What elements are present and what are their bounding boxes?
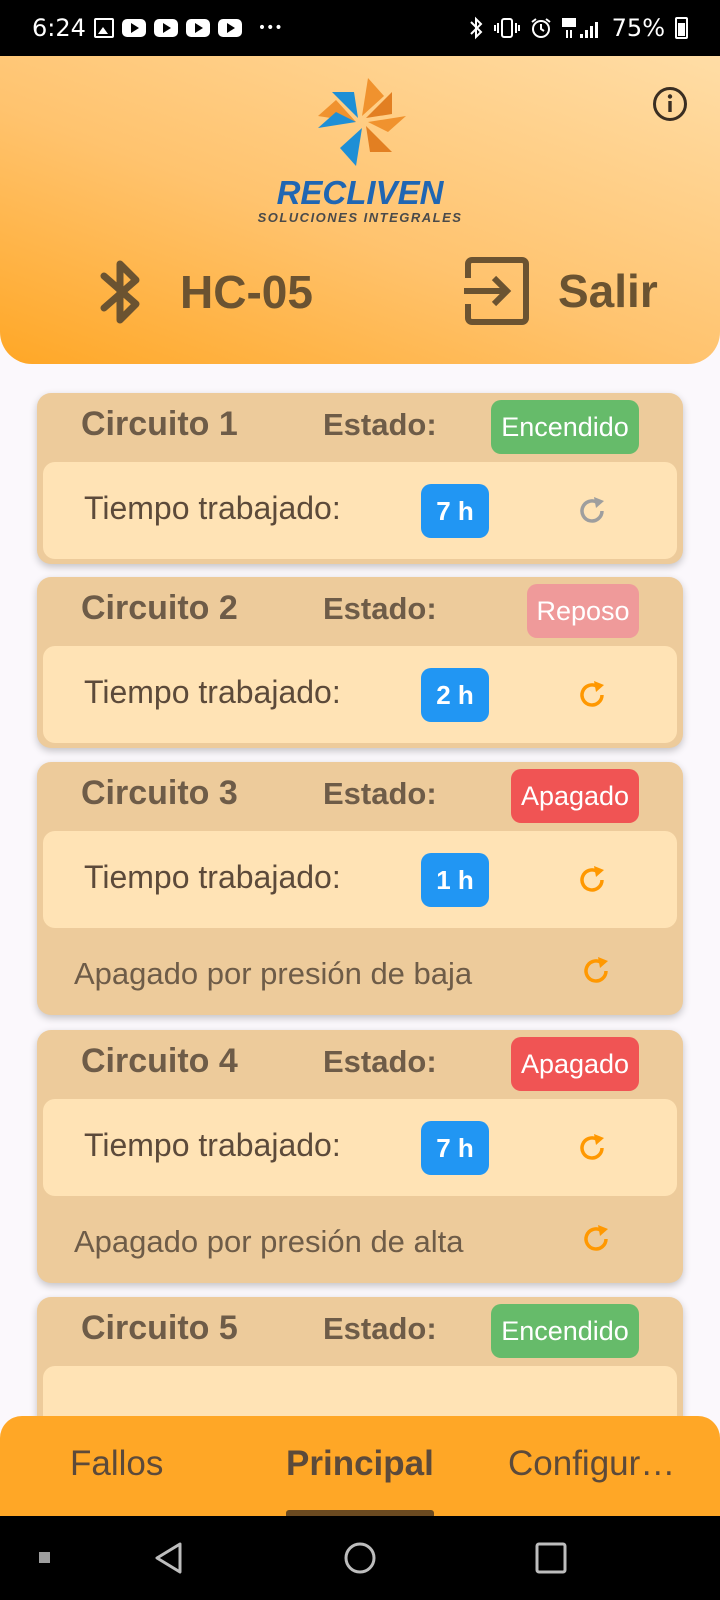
clock: 6:24 — [32, 14, 86, 42]
lte-signal-icon — [561, 18, 598, 38]
circuit-title: Circuito 4 — [81, 1042, 238, 1080]
app-header: RECLIVEN SOLUCIONES INTEGRALES HC-05 Sal… — [0, 56, 720, 364]
fault-reset-icon[interactable] — [579, 1222, 613, 1256]
fault-message: Apagado por presión de alta — [74, 1224, 464, 1259]
brand-logo: RECLIVEN SOLUCIONES INTEGRALES — [240, 74, 480, 225]
status-bar: 6:24 ••• 75% — [0, 0, 720, 56]
status-label: Estado: — [323, 591, 437, 626]
circuit-title: Circuito 3 — [81, 774, 238, 812]
status-badge: Apagado — [511, 1037, 639, 1091]
refresh-icon[interactable] — [575, 863, 609, 897]
brand-tagline: SOLUCIONES INTEGRALES — [257, 210, 463, 225]
logout-icon — [464, 257, 529, 325]
circuit-title: Circuito 2 — [81, 589, 238, 627]
hours-badge: 2 h — [421, 668, 489, 722]
vibrate-icon — [493, 18, 520, 38]
circuit-card: Circuito 3 Estado: Apagado Tiempo trabaj… — [37, 762, 683, 1015]
hours-badge: 7 h — [421, 1121, 489, 1175]
youtube-notification-icon — [217, 19, 242, 37]
system-navigation-bar — [0, 1516, 720, 1600]
battery-percent: 75% — [611, 14, 665, 42]
tab-principal[interactable]: Principal — [286, 1444, 434, 1484]
worked-time-label: Tiempo trabajado: — [84, 1127, 341, 1163]
youtube-notification-icon — [185, 19, 210, 37]
circuit-title: Circuito 1 — [81, 405, 238, 443]
worked-time-label: Tiempo trabajado: — [84, 859, 341, 895]
worked-time-row: Tiempo trabajado: 7 h — [43, 462, 677, 559]
logout-button[interactable]: Salir — [462, 256, 658, 326]
hours-badge: 1 h — [421, 853, 489, 907]
status-label: Estado: — [323, 776, 437, 811]
status-badge: Encendido — [491, 400, 639, 454]
youtube-notification-icon — [121, 19, 146, 37]
home-icon[interactable] — [343, 1541, 377, 1575]
bluetooth-icon — [100, 260, 140, 324]
circuit-title: Circuito 5 — [81, 1309, 238, 1347]
battery-icon — [675, 17, 688, 39]
worked-time-row: Tiempo trabajado: 7 h — [43, 1099, 677, 1196]
refresh-icon[interactable] — [575, 678, 609, 712]
info-icon[interactable] — [652, 86, 688, 122]
status-badge: Reposo — [527, 584, 639, 638]
circuit-card: Circuito 4 Estado: Apagado Tiempo trabaj… — [37, 1030, 683, 1283]
fault-reset-icon[interactable] — [579, 954, 613, 988]
refresh-icon[interactable] — [575, 1131, 609, 1165]
connected-device[interactable]: HC-05 — [96, 256, 313, 328]
tab-configuracion[interactable]: Configur… — [508, 1444, 675, 1484]
logout-label: Salir — [558, 265, 658, 317]
pinwheel-logo-icon — [318, 78, 406, 166]
recents-icon[interactable] — [534, 1541, 568, 1575]
worked-time-row — [43, 1366, 677, 1416]
circuit-card: Circuito 5 Estado: Encendido — [37, 1297, 683, 1416]
tab-fallos[interactable]: Fallos — [70, 1444, 163, 1484]
brand-name: RECLIVEN — [276, 174, 444, 211]
status-badge: Apagado — [511, 769, 639, 823]
bottom-navigation: Fallos Principal Configur… — [0, 1416, 720, 1516]
bluetooth-status-icon — [469, 16, 483, 40]
back-icon[interactable] — [152, 1541, 186, 1575]
status-label: Estado: — [323, 1044, 437, 1079]
more-notifications-icon: ••• — [257, 20, 283, 36]
status-label: Estado: — [323, 1311, 437, 1346]
status-label: Estado: — [323, 407, 437, 442]
fault-message: Apagado por presión de baja — [74, 956, 473, 991]
circuit-card: Circuito 1 Estado: Encendido Tiempo trab… — [37, 393, 683, 564]
alarm-icon — [531, 18, 551, 38]
youtube-notification-icon — [153, 19, 178, 37]
worked-time-row: Tiempo trabajado: 1 h — [43, 831, 677, 928]
hours-badge: 7 h — [421, 484, 489, 538]
worked-time-label: Tiempo trabajado: — [84, 490, 341, 526]
status-badge: Encendido — [491, 1304, 639, 1358]
gallery-notification-icon — [93, 18, 114, 38]
menu-dot-icon[interactable] — [38, 1551, 52, 1565]
worked-time-row: Tiempo trabajado: 2 h — [43, 646, 677, 743]
worked-time-label: Tiempo trabajado: — [84, 674, 341, 710]
refresh-icon[interactable] — [575, 494, 609, 528]
circuit-card: Circuito 2 Estado: Reposo Tiempo trabaja… — [37, 577, 683, 748]
circuit-list[interactable]: Circuito 1 Estado: Encendido Tiempo trab… — [0, 364, 720, 1416]
device-name: HC-05 — [180, 266, 313, 318]
